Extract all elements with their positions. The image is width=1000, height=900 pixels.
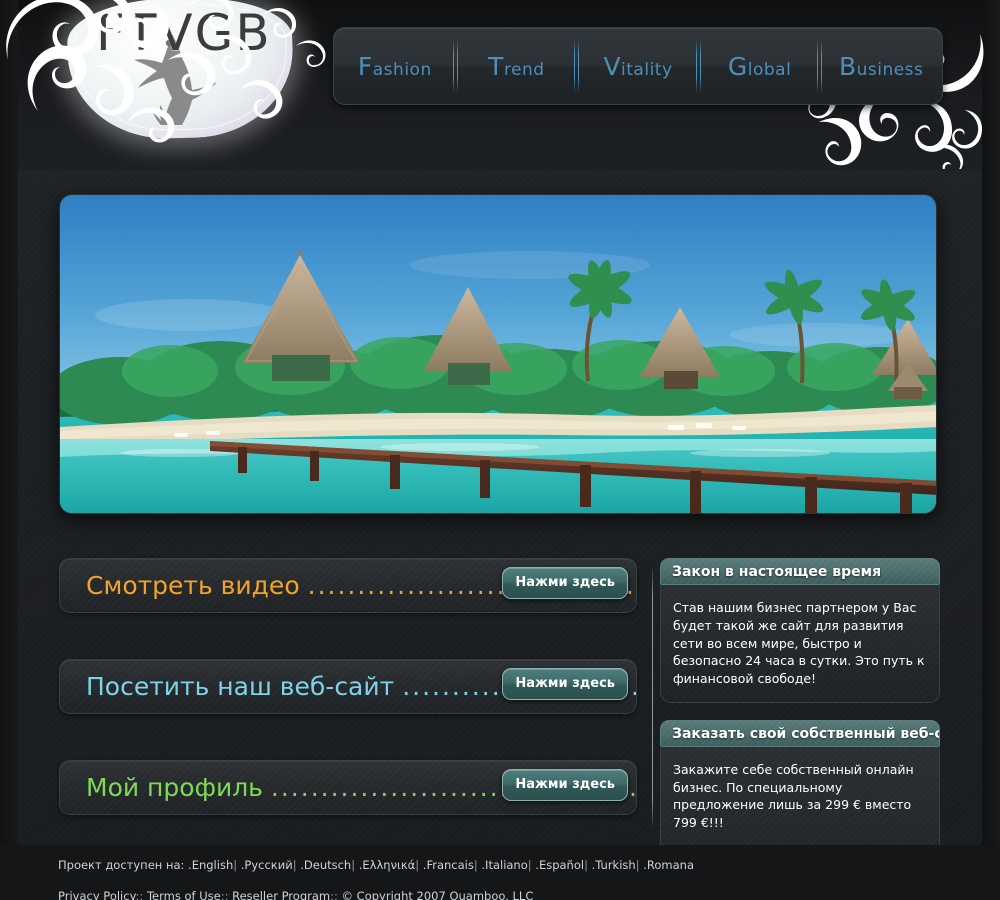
tropical-resort-illustration: [60, 195, 936, 513]
footer-separator: |: [527, 858, 532, 872]
nav-item-vitality[interactable]: Vitality: [577, 46, 699, 87]
panel-text-order-website: Закажите себе собственный онлайн бизнес.…: [673, 761, 914, 830]
nav-item-trend-cap: T: [488, 51, 504, 81]
footer-separator: |: [584, 858, 588, 872]
link-label-my-profile: Мой профиль: [86, 773, 263, 802]
panel-law-now: Закон в настоящее время Став нашим бизне…: [660, 558, 940, 703]
nav-item-vitality-label: itality: [621, 59, 673, 80]
click-here-button-website[interactable]: Нажми здесь: [502, 668, 628, 700]
nav-item-business-label: usiness: [856, 59, 924, 80]
page-root: FTVGB Fashion Trend Vitality Global Busi…: [0, 0, 1000, 900]
footer-lang-deutsch[interactable]: .Deutsch: [300, 858, 351, 872]
nav-item-fashion-cap: F: [357, 51, 373, 81]
footer-languages-row: Проект доступен на: .English| .Русский| …: [58, 858, 1000, 872]
footer-separator: |: [233, 858, 238, 872]
nav-item-trend-label: rend: [503, 59, 545, 80]
hero-image: [59, 194, 937, 514]
footer-copyright: © Copyright 2007 Quamboo. LLC: [341, 889, 534, 900]
site-header: FTVGB Fashion Trend Vitality Global Busi…: [0, 0, 1000, 170]
footer-languages-label: Проект доступен на:: [58, 858, 185, 872]
footer-separator: |: [351, 858, 356, 872]
link-row-watch-video[interactable]: Смотреть видео .........................…: [59, 558, 637, 613]
panel-text-law-now: Став нашим бизнес партнером у Вас будет …: [673, 600, 925, 686]
nav-item-fashion[interactable]: Fashion: [334, 46, 456, 87]
link-row-visit-website[interactable]: Посетить наш веб-сайт ..................…: [59, 659, 637, 714]
footer-lang-romana[interactable]: .Romana: [643, 858, 694, 872]
main-content: Смотреть видео .........................…: [0, 545, 1000, 900]
nav-item-vitality-cap: V: [603, 51, 622, 81]
footer-separator: |: [415, 858, 420, 872]
footer-lang-italiano[interactable]: .Italiano: [481, 858, 527, 872]
site-footer: Проект доступен на: .English| .Русский| …: [0, 845, 1000, 900]
nav-item-trend[interactable]: Trend: [456, 46, 578, 87]
column-divider: [652, 565, 653, 830]
panel-title-law-now: Закон в настоящее время: [660, 558, 940, 585]
footer-lang-turkish[interactable]: .Turkish: [592, 858, 636, 872]
footer-separator: ::: [135, 889, 144, 900]
footer-lang-russian[interactable]: .Русский: [241, 858, 293, 872]
link-label-watch-video: Смотреть видео: [86, 571, 300, 600]
footer-privacy-policy[interactable]: Privacy Policy: [58, 889, 136, 900]
footer-separator: |: [292, 858, 297, 872]
footer-lang-espanol[interactable]: .Español: [535, 858, 584, 872]
footer-legal-row: Privacy Policy:: Terms of Use:: Reseller…: [58, 889, 1000, 900]
click-here-button-profile[interactable]: Нажми здесь: [502, 769, 628, 801]
nav-item-fashion-label: ashion: [372, 59, 432, 80]
footer-lang-greek[interactable]: .Ελληνικά: [359, 858, 416, 872]
nav-item-business[interactable]: Business: [820, 46, 942, 87]
link-row-my-profile[interactable]: Мой профиль ............................…: [59, 760, 637, 815]
main-navigation[interactable]: Fashion Trend Vitality Global Business: [333, 27, 943, 105]
footer-lang-english[interactable]: .English: [188, 858, 233, 872]
footer-separator: |: [635, 858, 640, 872]
footer-separator: |: [473, 858, 478, 872]
link-label-visit-website: Посетить наш веб-сайт: [86, 672, 395, 701]
logo-text: FTVGB: [96, 4, 272, 62]
panel-body-law-now: Став нашим бизнес партнером у Вас будет …: [660, 585, 940, 703]
footer-separator: ::: [330, 889, 338, 900]
click-here-button-video[interactable]: Нажми здесь: [502, 567, 628, 599]
footer-lang-francais[interactable]: .Francais: [423, 858, 474, 872]
footer-separator: ::: [220, 889, 229, 900]
logo[interactable]: FTVGB: [28, 0, 318, 162]
nav-item-business-cap: B: [838, 51, 857, 81]
nav-item-global-cap: G: [727, 51, 748, 81]
panel-title-order-website: Заказать свой собственный веб-сайт: [660, 719, 940, 747]
footer-reseller-program[interactable]: Reseller Program: [232, 889, 330, 900]
nav-item-global[interactable]: Global: [699, 46, 821, 87]
nav-item-global-label: lobal: [747, 59, 792, 80]
footer-terms-of-use[interactable]: Terms of Use: [147, 889, 221, 900]
links-column: Смотреть видео .........................…: [59, 558, 637, 861]
